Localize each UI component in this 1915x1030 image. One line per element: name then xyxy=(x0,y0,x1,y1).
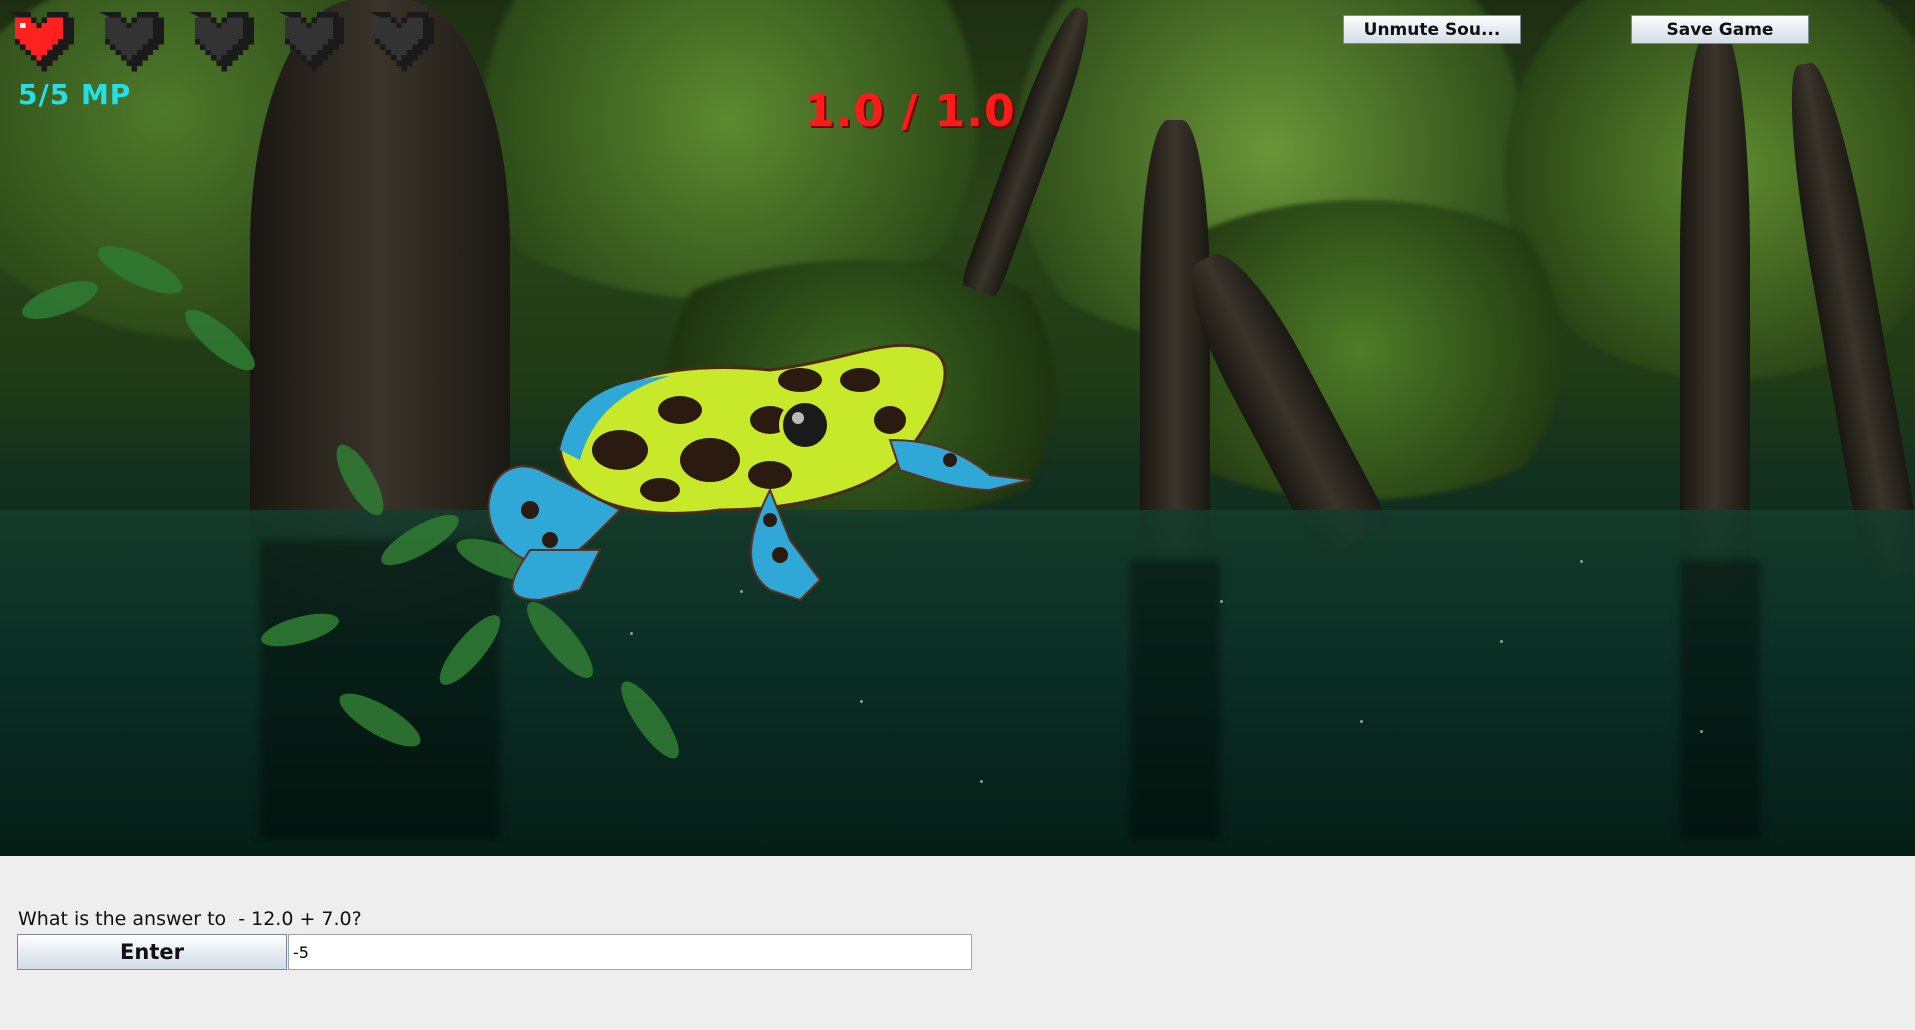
heart-full-icon xyxy=(9,12,74,72)
rain-drop xyxy=(980,780,983,783)
frog-icon xyxy=(487,343,1031,602)
mana-points: 5/5 MP xyxy=(18,78,132,111)
heart-empty-icon xyxy=(279,12,344,72)
heart-empty-icon xyxy=(369,12,434,72)
game-stage: 5/5 MP 1.0 / 1.0 Unmute Sou... Save Game xyxy=(0,0,1915,856)
water-reflection xyxy=(1680,560,1760,840)
heart-empty-icon xyxy=(99,12,164,72)
rain-drop xyxy=(1700,730,1703,733)
heart-empty-icon xyxy=(189,12,254,72)
enemy-health: 1.0 / 1.0 xyxy=(804,86,1016,137)
unmute-sound-button[interactable]: Unmute Sou... xyxy=(1343,15,1521,44)
rain-drop xyxy=(1220,600,1223,603)
health-hearts xyxy=(4,4,434,74)
tree-trunk xyxy=(1140,120,1210,560)
rain-drop xyxy=(860,700,863,703)
enter-button[interactable]: Enter xyxy=(17,934,287,970)
answer-input[interactable] xyxy=(288,934,972,970)
answer-panel: What is the answer to - 12.0 + 7.0? Ente… xyxy=(0,856,1915,1030)
rain-drop xyxy=(1580,560,1583,563)
water-reflection xyxy=(1130,560,1220,840)
rain-drop xyxy=(1500,640,1503,643)
question-label: What is the answer to - 12.0 + 7.0? xyxy=(18,908,362,930)
save-game-button[interactable]: Save Game xyxy=(1631,15,1809,44)
rain-drop xyxy=(1360,720,1363,723)
